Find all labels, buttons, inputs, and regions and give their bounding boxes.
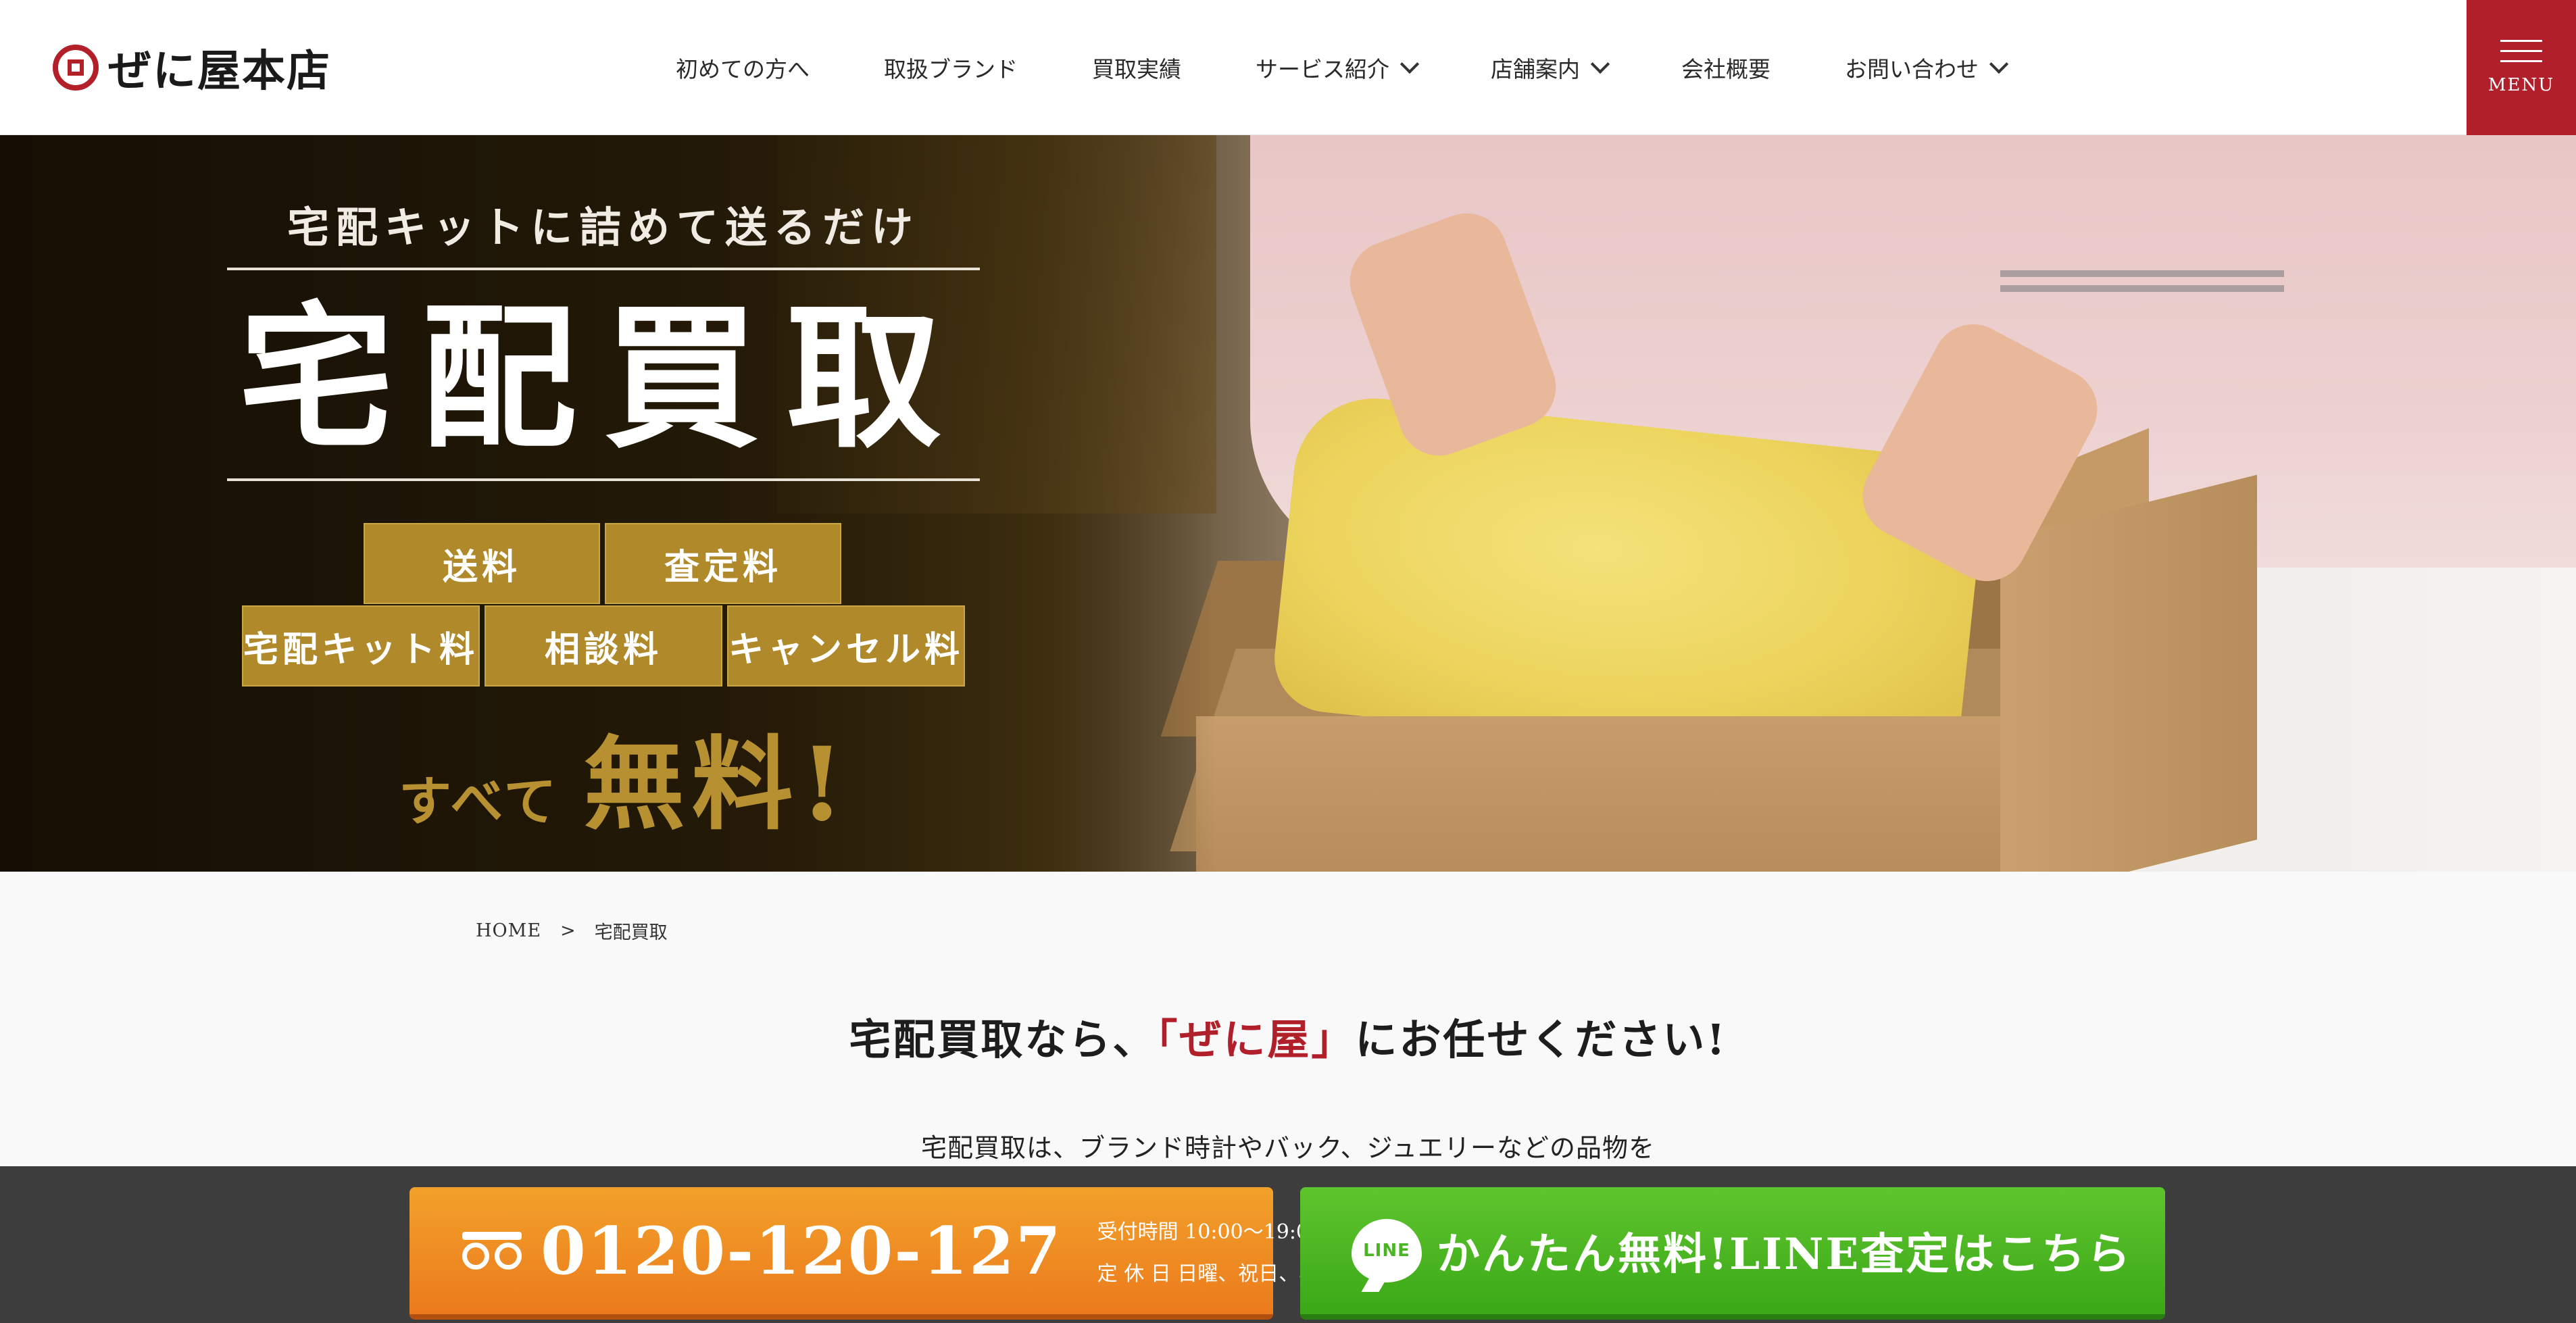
menu-label: MENU <box>2487 75 2555 95</box>
breadcrumb: HOME > 宅配買取 <box>476 918 668 944</box>
fee-chip-kit: 宅配キット料 <box>242 605 480 687</box>
hero-banner: 宅配キットに詰めて送るだけ 宅配買取 送料 査定料 宅配キット料 相談料 キャン… <box>0 135 2576 872</box>
line-icon-text: LINE <box>1363 1241 1410 1261</box>
nav-item-label: 取扱ブランド <box>884 56 1018 82</box>
nav-item-company[interactable]: 会社概要 <box>1681 51 1770 84</box>
line-appraisal-button[interactable]: LINE かんたん無料!LINE査定はこちら <box>1300 1187 2165 1320</box>
breadcrumb-home-link[interactable]: HOME <box>476 920 541 941</box>
menu-button[interactable]: MENU <box>2467 0 2576 135</box>
divider <box>227 478 980 481</box>
intro-paragraph: 宅配買取は、ブランド時計やバック、ジュエリーなどの品物を <box>921 1133 1655 1163</box>
divider <box>227 268 980 270</box>
nav-item-label: サービス紹介 <box>1256 56 1389 82</box>
call-button[interactable]: 0120-120-127 受付時間 10:00〜19:00 定 休 日 日曜、祝… <box>410 1187 1380 1320</box>
nav-item-contact[interactable]: お問い合わせ <box>1845 51 2009 84</box>
nav-item-label: 会社概要 <box>1681 56 1770 82</box>
fee-chip-consultation: 相談料 <box>485 605 722 687</box>
line-appraisal-label: かんたん無料!LINE査定はこちら <box>1437 1229 2133 1280</box>
logo-mark-icon <box>53 45 99 91</box>
nav-item-results[interactable]: 買取実績 <box>1092 51 1181 84</box>
title-part: にお任せください! <box>1355 1015 1727 1064</box>
breadcrumb-current: 宅配買取 <box>594 922 668 943</box>
main-nav: 初めての方へ 取扱ブランド 買取実績 サービス紹介 店舗案内 会社概要 お問い合… <box>676 0 2080 135</box>
chevron-down-icon <box>1400 54 1420 74</box>
breadcrumb-separator: > <box>560 920 576 941</box>
hero-free-text: すべて 無料! <box>399 703 851 844</box>
nav-item-first-time[interactable]: 初めての方へ <box>676 51 810 84</box>
site-logo[interactable]: ぜに屋本店 <box>53 42 331 97</box>
fee-chip-appraisal: 査定料 <box>605 523 841 604</box>
site-header: ぜに屋本店 初めての方へ 取扱ブランド 買取実績 サービス紹介 店舗案内 会社概… <box>0 0 2576 135</box>
nav-item-label: お問い合わせ <box>1845 56 1979 82</box>
fee-chip-shipping: 送料 <box>364 523 600 604</box>
line-icon: LINE <box>1352 1219 1422 1282</box>
page-title: 宅配買取なら、「ぜに屋」にお任せください! <box>0 1005 2576 1066</box>
nav-item-label: 店舗案内 <box>1491 56 1580 82</box>
logo-text: ぜに屋本店 <box>108 46 331 97</box>
nav-item-services[interactable]: サービス紹介 <box>1256 51 1420 84</box>
title-accent: 「ぜに屋」 <box>1156 1015 1356 1064</box>
title-part: 宅配買取なら、 <box>849 1015 1157 1064</box>
chevron-down-icon <box>1590 54 1610 74</box>
hero-tagline: 宅配キットに詰めて送るだけ <box>287 203 920 252</box>
fee-chip-cancel: キャンセル料 <box>727 605 965 687</box>
nav-item-brands[interactable]: 取扱ブランド <box>884 51 1018 84</box>
nav-item-label: 初めての方へ <box>676 56 810 82</box>
nav-item-label: 買取実績 <box>1092 56 1181 82</box>
chevron-down-icon <box>1989 54 2009 74</box>
nav-item-stores[interactable]: 店舗案内 <box>1491 51 1610 84</box>
hamburger-icon <box>2500 40 2542 63</box>
free-prefix: すべて <box>399 771 560 832</box>
free-dial-icon <box>462 1232 523 1270</box>
hero-title: 宅配買取 <box>239 287 968 470</box>
free-text: 無料! <box>583 725 851 844</box>
phone-number: 0120-120-127 <box>541 1212 1062 1289</box>
